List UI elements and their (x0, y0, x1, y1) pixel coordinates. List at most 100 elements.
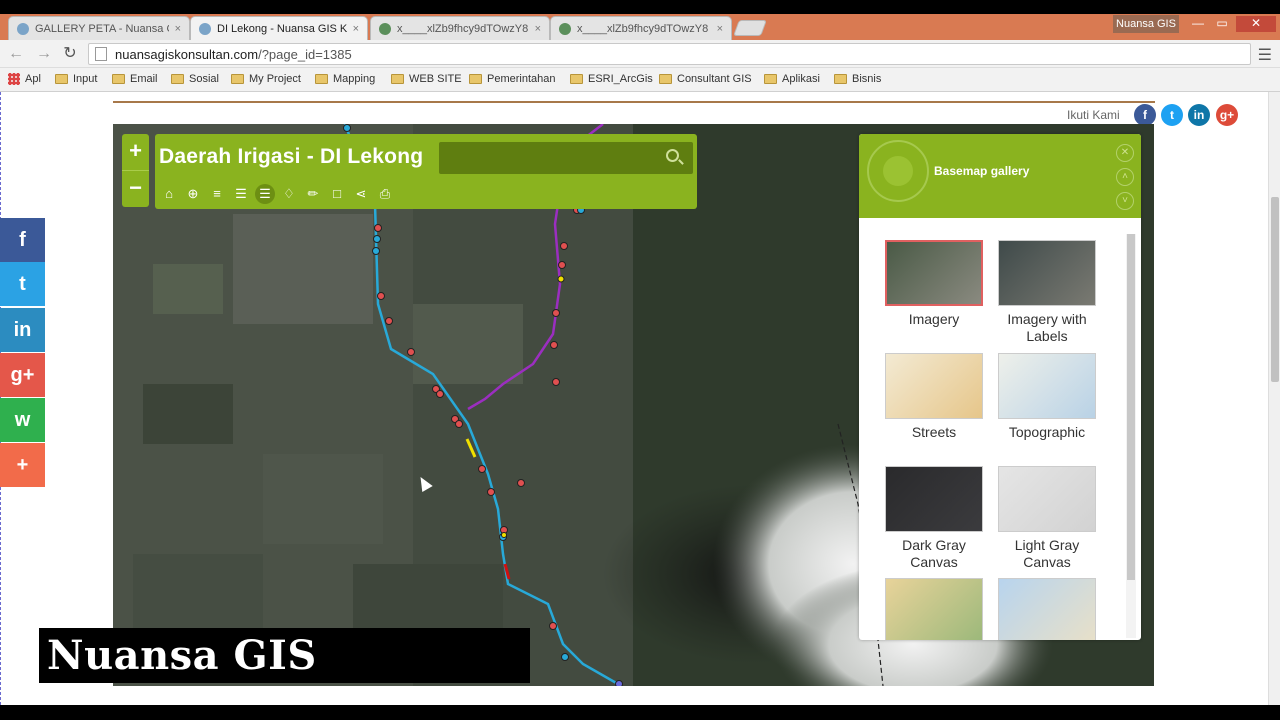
restore-icon[interactable]: ▭ (1210, 16, 1234, 32)
bookmark-folder[interactable]: Aplikasi (764, 73, 820, 85)
basemap-item-light-gray[interactable]: Light Gray Canvas (997, 466, 1097, 571)
bookmark-folder[interactable]: Input (55, 73, 97, 85)
minimize-icon[interactable]: — (1186, 16, 1210, 32)
bookmark-folder[interactable]: Mapping (315, 73, 375, 85)
basemap-item-national-geographic[interactable] (884, 578, 984, 640)
browser-tab-active[interactable]: DI Lekong - Nuansa GIS K × (190, 16, 368, 40)
bookmark-folder[interactable]: Pemerintahan (469, 73, 556, 85)
page-scroll-thumb[interactable] (1271, 197, 1279, 382)
share-whatsapp-button[interactable]: w (0, 398, 45, 442)
tab-title: x____xlZb9fhcy9dTOwzY8 (577, 22, 709, 35)
basemap-item-dark-gray[interactable]: Dark Gray Canvas (884, 466, 984, 571)
bookmark-folder[interactable]: WEB SITE (391, 73, 462, 85)
panel-close-icon[interactable]: ✕ (1116, 144, 1134, 162)
basemap-thumbnail (998, 353, 1096, 419)
basemap-item-topographic[interactable]: Topographic (997, 353, 1097, 441)
basemap-layers-icon (867, 140, 929, 202)
basemap-item-imagery[interactable]: Imagery (884, 240, 984, 328)
browser-tab[interactable]: x____xlZb9fhcy9dTOwzY8 × (370, 16, 550, 40)
bookmark-label: Apl (25, 73, 41, 85)
linkedin-icon[interactable]: in (1188, 104, 1210, 126)
page-scrollbar[interactable] (1268, 92, 1280, 705)
gallery-scrollbar[interactable] (1126, 234, 1136, 638)
legend-icon[interactable]: ♢ (279, 184, 299, 204)
basemap-label: Streets (911, 424, 957, 440)
bookmark-folder[interactable]: Bisnis (834, 73, 881, 85)
url-field[interactable]: nuansagiskonsultan.com /?page_id=1385 (88, 43, 1251, 65)
web-page: Ikuti Kami f t in g+ + − Daerah Irigasi … (0, 92, 1268, 705)
tab-close-icon[interactable]: × (353, 23, 359, 35)
bookmark-apps[interactable]: Apl (8, 73, 41, 85)
tab-close-icon[interactable]: × (535, 23, 541, 35)
tab-title: GALLERY PETA - Nuansa G (35, 22, 169, 35)
bookmark-folder[interactable]: ESRI_ArcGis (570, 73, 653, 85)
tab-favicon-icon (17, 22, 29, 35)
browser-tab-bar: GALLERY PETA - Nuansa G × DI Lekong - Nu… (0, 14, 1280, 40)
basemap-gallery-title: Basemap gallery (934, 164, 1030, 178)
window-close-icon[interactable]: ✕ (1236, 16, 1276, 32)
measure-icon[interactable]: ✏ (303, 184, 323, 204)
forward-icon[interactable]: → (34, 44, 54, 64)
url-path: /?page_id=1385 (258, 46, 352, 62)
browser-menu-icon[interactable]: ☰ (1258, 45, 1272, 65)
list-icon[interactable]: ≡ (207, 184, 227, 204)
tab-favicon-icon (379, 22, 391, 35)
share-linkedin-button[interactable]: in (0, 308, 45, 352)
tab-close-icon[interactable]: × (717, 23, 723, 35)
basemap-thumbnail (885, 353, 983, 419)
video-watermark: Nuansa GIS Konsultan (39, 628, 530, 705)
share-more-button[interactable]: + (0, 443, 45, 487)
bookmark-label: Mapping (333, 73, 376, 85)
apps-icon (8, 73, 20, 85)
search-icon[interactable] (666, 149, 679, 162)
basemap-gallery-panel: Basemap gallery ✕ ˄ ˅ Imagery Imagery wi… (859, 134, 1141, 640)
zoom-out-button[interactable]: − (122, 171, 149, 207)
bookmark-folder[interactable]: Consultant GIS (659, 73, 752, 85)
layers-icon[interactable]: ☰ (231, 184, 251, 204)
panel-down-icon[interactable]: ˅ (1116, 192, 1134, 210)
gallery-scroll-thumb[interactable] (1127, 234, 1135, 580)
bookmark-folder[interactable]: My Project (231, 73, 301, 85)
folder-icon (391, 74, 404, 84)
share-twitter-button[interactable]: t (0, 262, 45, 306)
basemap-icon[interactable]: ☰ (255, 184, 275, 204)
basemap-item-imagery-labels[interactable]: Imagery with Labels (997, 240, 1097, 345)
folder-icon (659, 74, 672, 84)
share-google-plus-button[interactable]: g+ (0, 353, 45, 397)
basemap-item-oceans[interactable] (997, 578, 1097, 640)
twitter-icon[interactable]: t (1161, 104, 1183, 126)
basemap-thumbnail (885, 578, 983, 640)
panel-up-icon[interactable]: ˄ (1116, 168, 1134, 186)
tab-close-icon[interactable]: × (175, 23, 181, 35)
bookmark-folder[interactable]: Email (112, 73, 158, 85)
share-facebook-button[interactable]: f (0, 218, 45, 262)
share-icon[interactable]: ⋖ (351, 184, 371, 204)
bookmark-label: Pemerintahan (487, 73, 556, 85)
bookmark-label: Sosial (189, 73, 219, 85)
zoom-in-button[interactable]: + (122, 134, 149, 170)
basemap-item-streets[interactable]: Streets (884, 353, 984, 441)
google-plus-icon[interactable]: g+ (1216, 104, 1238, 126)
home-icon[interactable]: ⌂ (159, 184, 179, 204)
facebook-icon[interactable]: f (1134, 104, 1156, 126)
bookmark-label: ESRI_ArcGis (588, 73, 653, 85)
tab-favicon-icon (199, 22, 211, 35)
comment-icon[interactable]: □ (327, 184, 347, 204)
reload-icon[interactable]: ↻ (60, 44, 80, 64)
print-icon[interactable]: ⎙ (375, 184, 395, 204)
url-host: nuansagiskonsultan.com (115, 46, 259, 62)
back-icon[interactable]: ← (6, 44, 26, 64)
folder-icon (764, 74, 777, 84)
basemap-gallery-list: Imagery Imagery with Labels Streets Topo… (859, 218, 1141, 640)
locate-icon[interactable]: ⊕ (183, 184, 203, 204)
bookmark-folder[interactable]: Sosial (171, 73, 219, 85)
basemap-thumbnail (998, 466, 1096, 532)
address-bar: ← → ↻ nuansagiskonsultan.com /?page_id=1… (0, 40, 1280, 68)
map-search-input[interactable] (439, 142, 693, 174)
map-view[interactable]: + − Daerah Irigasi - DI Lekong ⌂ ⊕ ≡ ☰ ☰… (113, 124, 1154, 686)
new-tab-button[interactable] (733, 20, 767, 36)
browser-tab[interactable]: GALLERY PETA - Nuansa G × (8, 16, 190, 40)
basemap-label: Light Gray Canvas (1014, 537, 1080, 570)
browser-tab[interactable]: x____xlZb9fhcy9dTOwzY8 × (550, 16, 732, 40)
bookmark-label: Aplikasi (782, 73, 820, 85)
